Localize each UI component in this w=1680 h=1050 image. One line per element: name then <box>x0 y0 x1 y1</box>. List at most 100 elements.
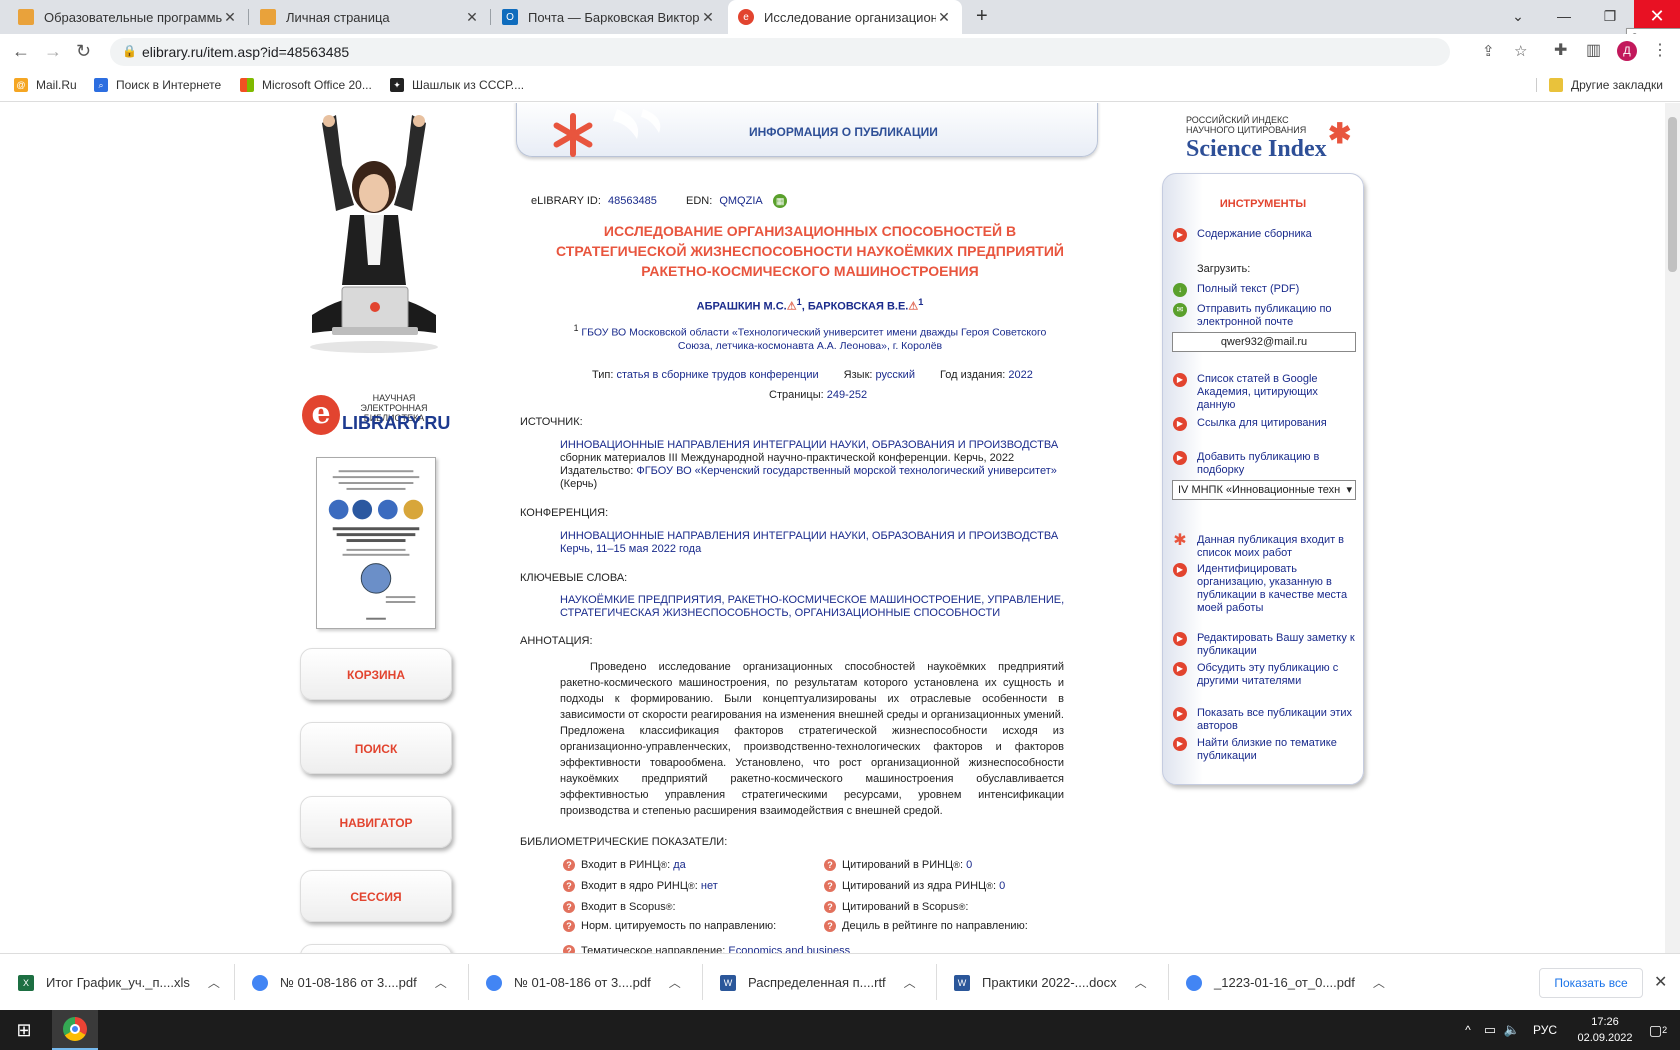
selection-dropdown[interactable]: IV МНПК «Инновационные техн ▾ <box>1172 480 1356 500</box>
tool-edit-note[interactable]: ▶ Редактировать Вашу заметку к публикации <box>1173 632 1355 658</box>
help-icon[interactable]: ? <box>824 901 836 913</box>
help-icon[interactable]: ? <box>824 859 836 871</box>
tab-mail[interactable]: O Почта — Барковская Виктория ✕ <box>492 0 726 34</box>
metric-sup: ® <box>688 881 695 891</box>
chevron-up-icon[interactable]: ︿ <box>904 974 916 991</box>
tool-google[interactable]: ▶ Список статей в Google Академия, цитиру… <box>1173 373 1355 412</box>
author-link[interactable]: АБРАШКИН М.С. <box>697 301 787 313</box>
download-item[interactable]: № 01-08-186 от 3....pdf ︿ <box>486 954 681 1011</box>
help-icon[interactable]: ? <box>824 920 836 932</box>
download-item[interactable]: _1223-01-16_от_0....pdf ︿ <box>1186 954 1385 1011</box>
minimize-icon[interactable]: — <box>1541 0 1587 32</box>
outlook-icon: O <box>502 9 518 25</box>
session-button[interactable]: СЕССИЯ <box>300 870 452 922</box>
bookmark-other[interactable]: Другие закладки <box>1536 78 1663 92</box>
tool-cite[interactable]: ▶ Ссылка для цитирования <box>1173 417 1355 431</box>
forward-arrow-icon[interactable]: → <box>44 41 62 62</box>
chevron-up-icon[interactable]: ︿ <box>435 974 447 991</box>
bookmark-office[interactable]: Microsoft Office 20... <box>240 78 372 92</box>
address-bar[interactable]: 🔒 elibrary.ru/item.asp?id=48563485 ⇪ ☆ <box>110 38 1527 66</box>
language-indicator[interactable]: РУС <box>1526 1010 1564 1050</box>
tool-send-email[interactable]: ✉ Отправить публикацию по электронной поч… <box>1173 303 1355 329</box>
cart-button[interactable]: КОРЗИНА <box>300 648 452 700</box>
tab-personal-page[interactable]: Личная страница ✕ <box>250 0 490 34</box>
close-tab-icon[interactable]: ✕ <box>700 9 716 26</box>
help-icon[interactable]: ? <box>824 880 836 892</box>
search-button[interactable]: ПОИСК <box>300 722 452 774</box>
download-item[interactable]: X Итог График_уч._п....xls ︿ <box>18 954 220 1011</box>
menu-icon[interactable]: ⋮ <box>1652 40 1668 60</box>
new-tab-icon[interactable]: + <box>976 5 988 28</box>
source-title-link[interactable]: ИННОВАЦИОННЫЕ НАПРАВЛЕНИЯ ИНТЕГРАЦИИ НАУ… <box>560 439 1058 452</box>
tool-in-list[interactable]: ✱ Данная публикация входит в список моих … <box>1173 533 1355 560</box>
affiliation[interactable]: 1 ГБОУ ВО Московской области «Технологич… <box>520 322 1100 353</box>
tool-contents[interactable]: ▶ Содержание сборника <box>1173 228 1355 242</box>
chevron-up-icon[interactable]: ︿ <box>208 974 220 991</box>
scrollbar[interactable] <box>1665 103 1680 953</box>
show-all-downloads-button[interactable]: Показать все <box>1539 968 1643 998</box>
science-index-logo[interactable]: РОССИЙСКИЙ ИНДЕКС НАУЧНОГО ЦИТИРОВАНИЯ S… <box>1186 115 1356 165</box>
tool-add-selection[interactable]: ▶ Добавить публикацию в подборку <box>1173 451 1355 477</box>
edn-value[interactable]: QMQZIA <box>719 195 762 207</box>
arrow-right-icon: ▶ <box>1173 662 1187 676</box>
qr-code-icon[interactable]: ▦ <box>773 194 788 208</box>
scrollbar-thumb[interactable] <box>1668 117 1677 272</box>
metric-value: 0 <box>999 880 1006 892</box>
windows-start-icon[interactable]: ⊞ <box>0 1010 48 1050</box>
next-menu-button[interactable] <box>300 944 452 953</box>
close-icon[interactable]: ✕ <box>1654 972 1667 992</box>
email-input[interactable]: qwer932@mail.ru <box>1172 332 1356 352</box>
metric-value[interactable]: Economics and business <box>728 945 850 953</box>
tool-similar[interactable]: ▶ Найти близкие по тематике публикации <box>1173 737 1355 763</box>
download-item[interactable]: W Распределенная п....rtf ︿ <box>720 954 916 1011</box>
extensions-icon[interactable]: ✚ <box>1554 40 1567 60</box>
close-tab-icon[interactable]: ✕ <box>222 9 238 26</box>
url-text[interactable]: elibrary.ru/item.asp?id=48563485 <box>142 44 349 60</box>
sidepanel-icon[interactable]: ▥ <box>1586 40 1601 60</box>
avatar[interactable]: Д <box>1617 41 1637 61</box>
tool-show-authors[interactable]: ▶ Показать все публикации этих авторов <box>1173 707 1355 733</box>
elibrary-id-value[interactable]: 48563485 <box>608 195 657 207</box>
keywords-block[interactable]: НАУКОЁМКИЕ ПРЕДПРИЯТИЯ, РАКЕТНО-КОСМИЧЕС… <box>560 594 1064 620</box>
chevron-up-icon[interactable]: ︿ <box>1373 974 1385 991</box>
bookmark-mailru[interactable]: @ Mail.Ru <box>14 78 77 92</box>
bookmark-shashlik[interactable]: ✦ Шашлык из СССР.... <box>390 78 524 92</box>
reload-icon[interactable]: ↻ <box>76 41 91 62</box>
help-icon[interactable]: ? <box>563 880 575 892</box>
tool-fulltext[interactable]: ↓ Полный текст (PDF) <box>1173 283 1355 297</box>
help-icon[interactable]: ? <box>563 920 575 932</box>
tool-discuss[interactable]: ▶ Обсудить эту публикацию с другими читат… <box>1173 662 1355 688</box>
chrome-taskbar-icon[interactable] <box>52 1010 98 1050</box>
tab-programs[interactable]: Образовательные программы ✕ <box>8 0 248 34</box>
metric-label: Входит в Scopus <box>581 901 666 913</box>
navigator-button[interactable]: НАВИГАТОР <box>300 796 452 848</box>
bookmark-search[interactable]: ⌕ Поиск в Интернете <box>94 78 221 92</box>
network-icon[interactable]: ▭ <box>1480 1010 1500 1050</box>
back-arrow-icon[interactable]: ← <box>12 41 30 62</box>
help-icon[interactable]: ? <box>563 859 575 871</box>
author-link[interactable]: БАРКОВСКАЯ В.Е. <box>808 301 909 313</box>
elibrary-logo[interactable]: e НАУЧНАЯ ЭЛЕКТРОННАЯ БИБЛИОТЕКА LIBRARY… <box>302 393 450 439</box>
notifications-icon[interactable]: ▢ 2 <box>1642 1010 1674 1050</box>
tool-identify-org[interactable]: ▶ Идентифицировать организацию, указанную… <box>1173 563 1355 615</box>
title-line: ИССЛЕДОВАНИЕ ОРГАНИЗАЦИОННЫХ СПОСОБНОСТЕ… <box>603 223 1017 239</box>
chevron-down-icon[interactable]: ⌄ <box>1495 0 1541 32</box>
help-icon[interactable]: ? <box>563 901 575 913</box>
download-item[interactable]: W Практики 2022-....docx ︿ <box>954 954 1147 1011</box>
chevron-up-icon[interactable]: ^ <box>1458 1010 1478 1050</box>
chevron-up-icon[interactable]: ︿ <box>1135 974 1147 991</box>
proceedings-cover-image[interactable] <box>316 457 436 629</box>
help-icon[interactable]: ? <box>563 945 575 953</box>
volume-icon[interactable]: 🔈 <box>1502 1010 1522 1050</box>
clock[interactable]: 17:26 02.09.2022 <box>1574 1014 1636 1046</box>
publisher-link[interactable]: ФГБОУ ВО «Керченский государственный мор… <box>636 465 1057 477</box>
tab-publication[interactable]: e Исследование организационны ✕ <box>728 0 962 34</box>
download-item[interactable]: № 01-08-186 от 3....pdf ︿ <box>252 954 447 1011</box>
elibrary-id-row: eLIBRARY ID: 48563485 EDN: QMQZIA ▦ <box>531 194 788 208</box>
chevron-up-icon[interactable]: ︿ <box>669 974 681 991</box>
close-tab-icon[interactable]: ✕ <box>464 9 480 26</box>
close-tab-icon[interactable]: ✕ <box>936 9 952 26</box>
share-icon[interactable]: ⇪ <box>1482 42 1495 60</box>
conference-block[interactable]: ИННОВАЦИОННЫЕ НАПРАВЛЕНИЯ ИНТЕГРАЦИИ НАУ… <box>560 530 1058 556</box>
star-icon[interactable]: ☆ <box>1514 42 1527 60</box>
